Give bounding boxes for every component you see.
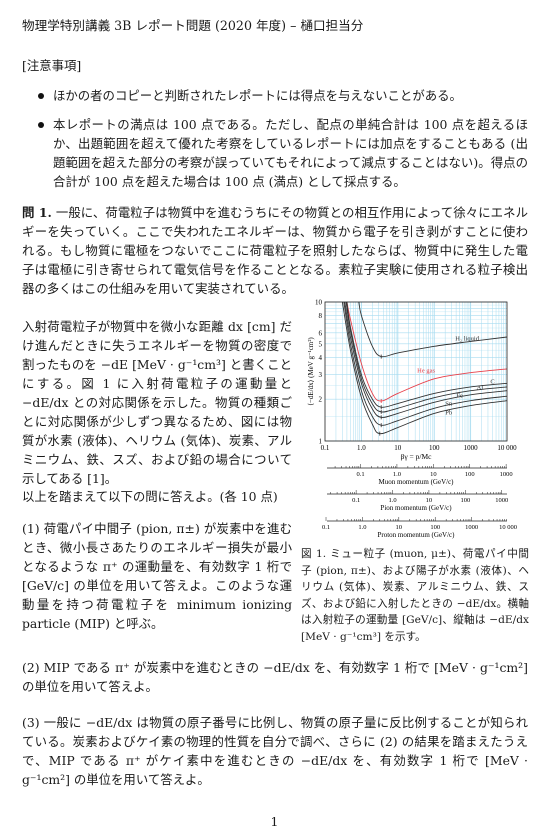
subquestion-2: (2) MIP である π⁺ が炭素中を進むときの −dE/dx を、有効数字 … (22, 660, 528, 694)
y-tick-label: 3 (319, 371, 323, 379)
momentum-tick-label: 0.1 (352, 497, 360, 504)
chart-axes: 0.1 1.0 10 100 1000 10 000123456810βγ = p/Mc⟨… (307, 299, 517, 540)
y-tick-label: 5 (319, 340, 323, 348)
y-tick-label: 2 (319, 396, 323, 404)
momentum-tick-label: 1000 (465, 524, 478, 531)
momentum-axis-title: Muon momentum (GeV/c) (378, 478, 454, 486)
curve-hliquid (358, 301, 508, 358)
x-tick-label: 100 (429, 444, 440, 452)
y-tick-label: 8 (319, 312, 323, 320)
curve-sn (343, 301, 508, 426)
chart-curves: H₂ liquid He gas C Al FeSn Pb (341, 301, 508, 436)
momentum-tick-label: 100 (430, 524, 440, 531)
momentum-tick-label: 1.0 (393, 471, 401, 478)
figure-caption: 図 1. ミュー粒子 (muon, μ±)、荷電パイ中間子 (pion, π±)… (301, 548, 529, 643)
curve-label: C (490, 378, 494, 385)
y-axis-title: ⟨−dE/dx⟩ (MeV g⁻¹cm²) (307, 337, 315, 406)
x-axis-title: βγ = p/Mc (401, 452, 433, 461)
x-tick-label: 1.0 (357, 444, 366, 452)
momentum-axis-title: Pion momentum (GeV/c) (380, 504, 452, 512)
momentum-tick-label: 10 (396, 524, 403, 531)
curve-label: Pb (445, 410, 452, 417)
curve-label: Sn (445, 401, 453, 408)
momentum-tick-label: 10 (430, 471, 437, 478)
momentum-tick-label: 1.0 (388, 497, 396, 504)
y-tick-label: 10 (315, 299, 323, 307)
momentum-axis-title: Proton momentum (GeV/c) (378, 531, 456, 539)
x-tick-label: 10 000 (497, 444, 517, 452)
curve-label: Fe (456, 393, 463, 400)
curve-label: H₂ liquid (455, 335, 480, 342)
x-tick-label: 1000 (464, 444, 479, 452)
figure-1-chart: H₂ liquidHe gasCAlFeSnPb 0.1 1.0 10 100 1000… (307, 299, 517, 540)
momentum-tick-label: 10 (426, 497, 433, 504)
momentum-tick-label: 100 (460, 497, 470, 504)
y-tick-label: 1 (319, 438, 323, 446)
y-tick-label: 4 (319, 354, 323, 362)
momentum-tick-label: 1000 (495, 497, 508, 504)
momentum-tick-label: 1000 (500, 471, 513, 478)
x-tick-label: 0.1 (321, 444, 330, 452)
x-tick-label: 10 (394, 444, 402, 452)
y-tick-label: 6 (319, 329, 323, 337)
momentum-tick-label: 0.1 (356, 471, 364, 478)
subquestion-3: (3) 一般に −dE/dx は物質の原子番号に比例し、物質の原子量に反比例する… (22, 715, 528, 787)
momentum-tick-label: 10 000 (499, 524, 517, 531)
curve-label: He gas (417, 368, 435, 375)
curve-label: Al (477, 384, 484, 391)
momentum-tick-label: 1.0 (358, 524, 366, 531)
momentum-tick-label: 100 (465, 471, 475, 478)
momentum-tick-label: 0.1 (322, 524, 330, 531)
page-number: 1 (270, 814, 279, 829)
